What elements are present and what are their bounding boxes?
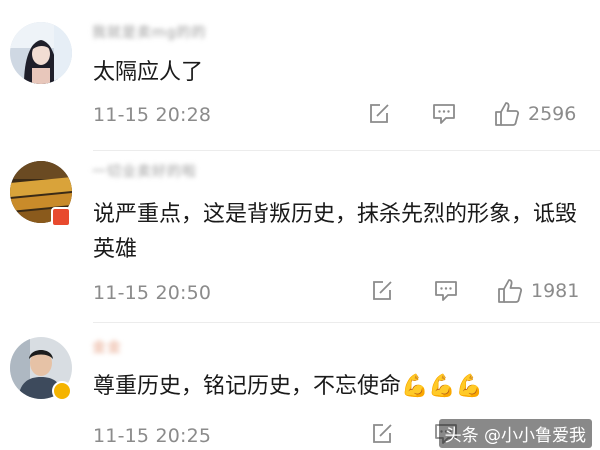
comment-item: 金金 尊重历史，铭记历史，不忘使命💪💪💪 11-15 20:25 头条 @小小鲁… (0, 323, 600, 450)
comment-list: 我就是卖mg的的 太隔应人了 11-15 20:28 2596 一切业卖好的啦 … (0, 0, 600, 450)
share-button[interactable] (370, 422, 394, 446)
avatar[interactable] (10, 22, 72, 84)
username[interactable]: 一切业卖好的啦 (92, 161, 197, 181)
like-count: 2596 (528, 103, 577, 125)
comment-button[interactable] (432, 103, 456, 125)
like-count: 1981 (531, 280, 580, 302)
share-edit-icon (370, 104, 389, 123)
comment-bubble-icon (433, 104, 455, 124)
comment-text: 说严重点，这是背叛历史，抹杀先烈的形象，诋毁英雄 (93, 202, 578, 262)
comment-bubble-icon (435, 281, 457, 301)
comment-time: 11-15 20:28 (93, 104, 212, 126)
comment-text: 尊重历史，铭记历史，不忘使命💪💪💪 (93, 374, 484, 399)
comment-item: 一切业卖好的啦 说严重点，这是背叛历史，抹杀先烈的形象，诋毁英雄 11-15 2… (0, 151, 600, 321)
watermark: 头条 @小小鲁爱我 (438, 419, 592, 448)
verified-badge (52, 381, 72, 401)
share-edit-icon (373, 424, 392, 443)
comment-button[interactable] (434, 280, 458, 302)
share-edit-icon (373, 281, 392, 300)
like-button[interactable]: 1981 (497, 278, 579, 304)
username[interactable]: 我就是卖mg的的 (92, 22, 207, 42)
comment-item: 我就是卖mg的的 太隔应人了 11-15 20:28 2596 (0, 0, 600, 150)
comment-time: 11-15 20:50 (93, 282, 212, 304)
share-button[interactable] (370, 279, 394, 303)
username[interactable]: 金金 (92, 337, 122, 357)
comment-time: 11-15 20:25 (93, 425, 212, 447)
share-button[interactable] (367, 102, 391, 126)
thumbs-up-icon (495, 102, 520, 126)
like-button[interactable]: 2596 (494, 101, 576, 127)
avatar-badge (51, 207, 71, 227)
thumbs-up-icon (498, 279, 523, 303)
avatar-image (10, 22, 72, 84)
comment-text: 太隔应人了 (93, 60, 204, 85)
